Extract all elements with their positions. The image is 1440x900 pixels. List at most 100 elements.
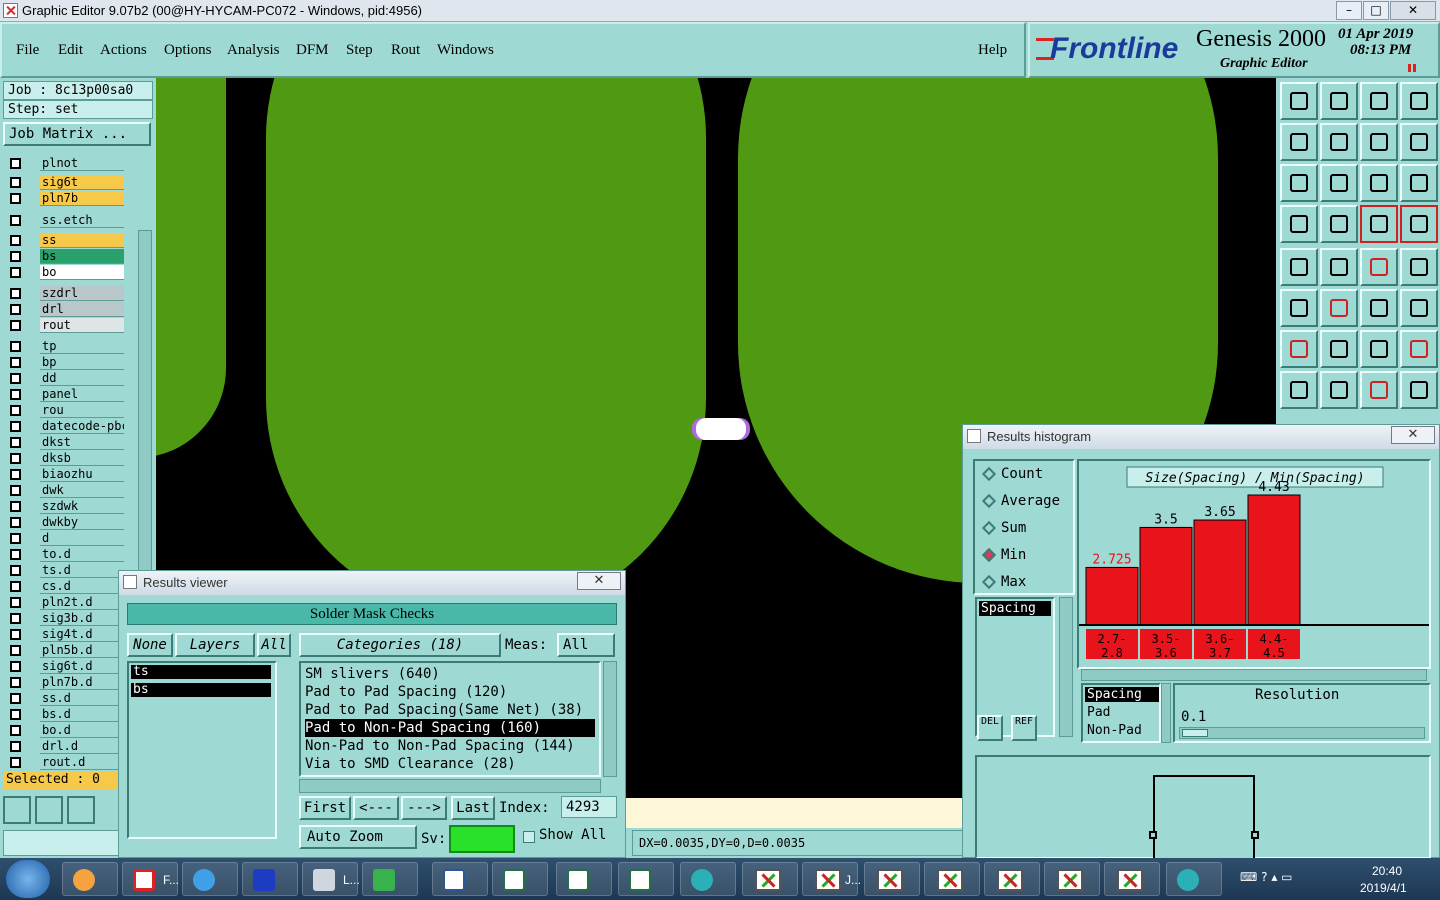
layer-name[interactable]: ts.d <box>40 563 124 578</box>
system-tray[interactable]: ⌨ ? ▴ ▭ <box>1240 870 1340 888</box>
layers-b-icon[interactable] <box>1400 205 1438 243</box>
zoom-select[interactable]: Auto Zoom <box>299 825 417 849</box>
category-item[interactable]: Via to SMD Clearance (28) <box>305 755 595 773</box>
layers-a-icon[interactable] <box>1360 205 1398 243</box>
categories-list[interactable]: SM slivers (640) Pad to Pad Spacing (120)… <box>299 661 601 777</box>
zoom-fit-icon[interactable] <box>3 796 31 824</box>
layer-name[interactable]: rout <box>40 318 124 333</box>
layer-name[interactable]: biaozhu <box>40 467 124 482</box>
pause-icon[interactable] <box>1408 64 1411 72</box>
resolution-slider-handle[interactable] <box>1182 729 1208 737</box>
layer-checkbox[interactable] <box>10 215 21 226</box>
histogram-hscrollbar[interactable] <box>1081 669 1427 681</box>
taskbar-keyboard-app[interactable]: L... <box>302 862 360 896</box>
layer-name[interactable]: panel <box>40 387 124 402</box>
layer-checkbox[interactable] <box>10 389 21 400</box>
layer-row[interactable]: bo <box>6 265 124 280</box>
layer-row[interactable]: sig6t.d <box>6 659 124 674</box>
layer-row[interactable]: dksb <box>6 451 124 466</box>
layer-row[interactable]: drl <box>6 302 124 317</box>
taskbar-frontline-app[interactable]: F... <box>122 862 179 896</box>
layer-row[interactable]: ss.etch <box>6 213 124 228</box>
type-item[interactable]: Spacing <box>1085 687 1159 702</box>
ruler-icon[interactable] <box>1360 248 1398 286</box>
zoom-area-icon[interactable] <box>35 796 63 824</box>
layer-checkbox[interactable] <box>10 304 21 315</box>
center-icon[interactable] <box>1320 164 1358 202</box>
window-icon[interactable] <box>1400 82 1438 120</box>
start-button[interactable] <box>6 860 50 898</box>
all-button[interactable]: All <box>257 633 291 657</box>
close-button[interactable]: ✕ <box>1390 1 1436 20</box>
layer-row[interactable]: pln2t.d <box>6 595 124 610</box>
layer-checkbox[interactable] <box>10 177 21 188</box>
layer-checkbox[interactable] <box>10 469 21 480</box>
layer-row[interactable]: bs.d <box>6 707 124 722</box>
measure-icon[interactable] <box>1280 205 1318 243</box>
next-button[interactable]: ---> <box>401 796 447 820</box>
layer-row[interactable]: tp <box>6 339 124 354</box>
polygon-icon[interactable] <box>1320 248 1358 286</box>
layer-checkbox[interactable] <box>10 597 21 608</box>
sv-color-select[interactable] <box>449 825 515 853</box>
layer-checkbox[interactable] <box>10 405 21 416</box>
layer-name[interactable]: rout.d <box>40 755 124 770</box>
type-scrollbar[interactable] <box>1161 683 1171 743</box>
layer-row[interactable]: szdrl <box>6 286 124 301</box>
taskbar-genesis-window[interactable]: J... <box>802 862 861 896</box>
menu-dfm[interactable]: DFM <box>296 42 329 59</box>
menu-edit[interactable]: Edit <box>58 42 83 59</box>
meas-select[interactable]: All <box>557 633 615 657</box>
layer-name[interactable]: pln7b.d <box>40 675 124 690</box>
layer-row[interactable]: pln5b.d <box>6 643 124 658</box>
menu-options[interactable]: Options <box>164 42 212 59</box>
mode-average-radio[interactable]: Average <box>979 490 1079 512</box>
taskbar-excel-icon[interactable] <box>492 862 548 896</box>
select-icon[interactable] <box>1280 248 1318 286</box>
taskbar-save-icon[interactable] <box>242 862 298 896</box>
layer-name[interactable]: to.d <box>40 547 124 562</box>
taskbar-f-icon[interactable] <box>362 862 418 896</box>
save-icon[interactable] <box>1320 82 1358 120</box>
histogram-chart[interactable]: Size(Spacing) / Min(Spacing) 2.725 2.7-2.8… <box>1079 461 1429 667</box>
open-job-icon[interactable] <box>1280 82 1318 120</box>
layer-checkbox[interactable] <box>10 629 21 640</box>
layer-row[interactable]: dkst <box>6 435 124 450</box>
layer-checkbox[interactable] <box>10 725 21 736</box>
spacing-marker[interactable] <box>696 418 746 440</box>
layer-name[interactable]: bp <box>40 355 124 370</box>
layer-row[interactable]: pln7b <box>6 191 124 206</box>
layer-checkbox[interactable] <box>10 485 21 496</box>
layer-name[interactable]: sig4t.d <box>40 627 124 642</box>
layer-name[interactable]: bo <box>40 265 124 280</box>
menu-actions[interactable]: Actions <box>100 42 147 59</box>
layer-row[interactable]: drl.d <box>6 739 124 754</box>
layer-checkbox[interactable] <box>10 193 21 204</box>
layer-name[interactable]: sig3b.d <box>40 611 124 626</box>
layer-row[interactable]: biaozhu <box>6 467 124 482</box>
layer-row[interactable]: dd <box>6 371 124 386</box>
layer-checkbox[interactable] <box>10 421 21 432</box>
layer-checkbox[interactable] <box>10 373 21 384</box>
home-icon[interactable] <box>1360 82 1398 120</box>
layer-name[interactable]: drl.d <box>40 739 124 754</box>
layer-results-list[interactable]: ts bs <box>127 661 277 839</box>
layer-row[interactable]: pln7b.d <box>6 675 124 690</box>
histogram-close[interactable]: ✕ <box>1391 426 1435 444</box>
type-item[interactable]: Pad <box>1085 705 1110 720</box>
layer-name[interactable]: ss.d <box>40 691 124 706</box>
snap-icon[interactable] <box>1320 289 1358 327</box>
layer-checkbox[interactable] <box>10 517 21 528</box>
type-list[interactable]: Spacing Pad Non-Pad <box>1081 683 1161 743</box>
layer-checkbox[interactable] <box>10 251 21 262</box>
taskbar-genesis-window[interactable] <box>1104 862 1160 896</box>
layers-button[interactable]: Layers <box>175 633 255 657</box>
category-item[interactable]: SM slivers (640) <box>305 665 595 683</box>
taskbar-genesis-window[interactable] <box>984 862 1040 896</box>
index-input[interactable]: 4293 <box>561 796 617 818</box>
last-button[interactable]: Last <box>451 796 495 820</box>
menu-help[interactable]: Help <box>978 42 1007 59</box>
layer-row[interactable]: dwkby <box>6 515 124 530</box>
scale-icon[interactable] <box>1360 164 1398 202</box>
layer-name[interactable]: pln5b.d <box>40 643 124 658</box>
